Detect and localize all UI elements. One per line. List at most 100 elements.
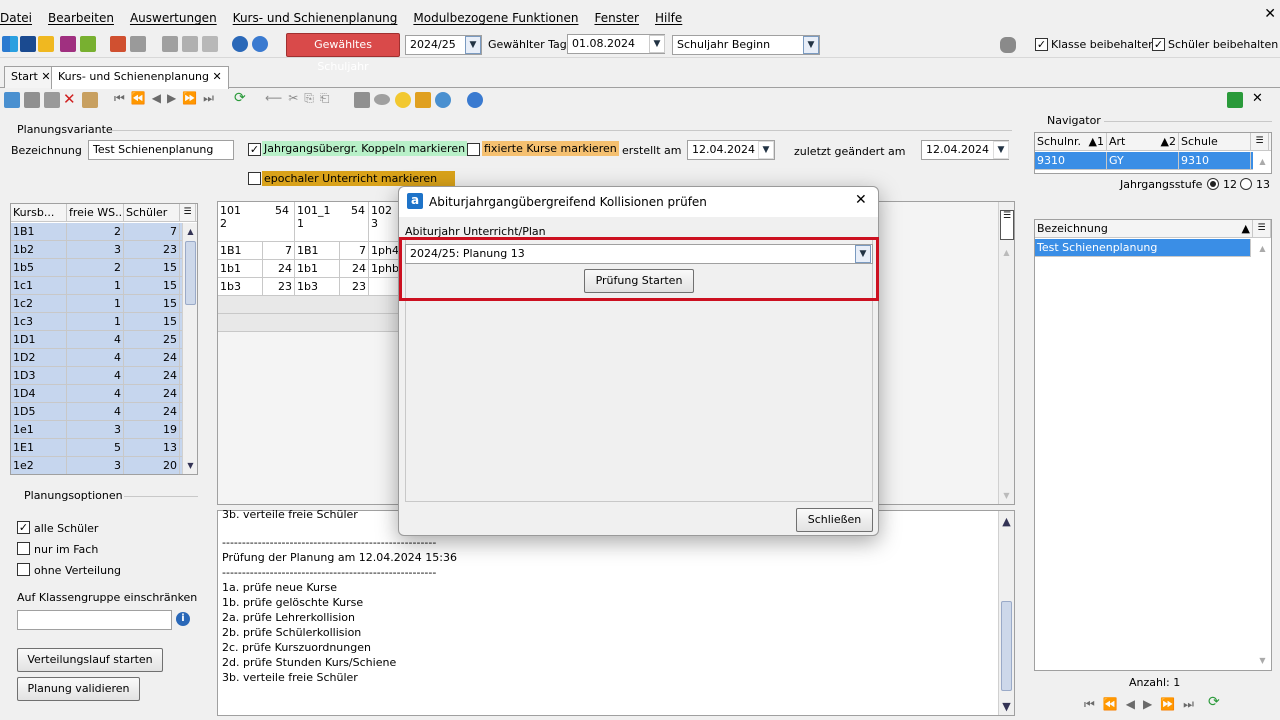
scroll-up-icon[interactable]: ▲ <box>1000 514 1013 528</box>
start-distribution-button[interactable]: Verteilungslauf starten <box>17 648 163 672</box>
info-icon[interactable] <box>232 36 248 52</box>
undo-icon[interactable] <box>44 92 60 108</box>
close-icon[interactable]: ✕ <box>855 192 867 208</box>
only-subject-checkbox[interactable] <box>17 542 30 555</box>
scroll-up-icon[interactable]: ▲ <box>184 225 197 238</box>
scroll-up-icon[interactable]: ▲ <box>1256 242 1269 255</box>
clock-icon[interactable] <box>435 92 451 108</box>
table-row[interactable]: 1c3 1 15 <box>11 313 182 331</box>
menu-auswertungen[interactable]: Auswertungen <box>130 11 217 25</box>
record-navigation[interactable]: ⏮⏪◀▶⏩⏭ <box>114 91 220 106</box>
menu-fenster[interactable]: Fenster <box>594 11 639 25</box>
refresh-icon[interactable] <box>1227 92 1243 108</box>
column-chooser-icon[interactable]: ☰ <box>1251 133 1269 150</box>
list-item[interactable]: Test Schienenplanung <box>1035 239 1251 257</box>
table-row[interactable]: 1D5 4 24 <box>11 403 182 421</box>
menu-datei[interactable]: Datei <box>0 11 32 25</box>
column-chooser-icon[interactable]: ☰ <box>1000 210 1014 240</box>
scroll-down-icon[interactable]: ▼ <box>1000 489 1013 502</box>
close-icon[interactable]: ✕ <box>1264 6 1276 22</box>
table-row[interactable]: 1b5 2 15 <box>11 259 182 277</box>
calendar-dropdown-icon[interactable]: ▼ <box>649 35 665 53</box>
edit-icon[interactable] <box>82 92 98 108</box>
table-row[interactable]: 1b1 24 1b1 24 1phb <box>218 260 409 278</box>
no-distribution-checkbox[interactable] <box>17 563 30 576</box>
scroll-down-icon[interactable]: ▼ <box>1256 654 1269 667</box>
plan-select[interactable]: 2024/25: Planung 13 <box>405 244 873 264</box>
info-icon[interactable]: i <box>176 612 190 626</box>
scroll-up-icon[interactable]: ▲ <box>1000 246 1013 259</box>
table-row[interactable]: 1D3 4 24 <box>11 367 182 385</box>
eye-icon[interactable] <box>374 94 390 105</box>
all-students-checkbox[interactable]: ✓ <box>17 521 30 534</box>
copy-icon[interactable] <box>162 36 178 52</box>
grade-12-radio[interactable] <box>1207 178 1219 190</box>
scroll-thumb[interactable] <box>185 241 196 305</box>
column-chooser-icon[interactable]: ☰ <box>1253 220 1271 237</box>
fixed-checkbox[interactable] <box>467 143 480 156</box>
table-row[interactable]: 1B1 7 1B1 7 1ph4 <box>218 242 409 260</box>
table-row[interactable]: 9310 GY 9310 <box>1035 152 1253 170</box>
couple-checkbox[interactable]: ✓ <box>248 143 261 156</box>
table-row[interactable]: 1D1 4 25 <box>11 331 182 349</box>
column-header[interactable]: Schule <box>1179 133 1251 150</box>
keep-student-checkbox[interactable]: ✓ <box>1152 38 1165 51</box>
scroll-thumb[interactable] <box>1001 601 1012 691</box>
table-row[interactable]: 1c1 1 15 <box>11 277 182 295</box>
notes-icon[interactable] <box>80 36 96 52</box>
help-icon[interactable] <box>252 36 268 52</box>
rail-scrollbar[interactable]: ☰ ▲ ▼ <box>998 202 1014 504</box>
id-card-icon[interactable] <box>20 36 36 52</box>
chevron-down-icon[interactable]: ▼ <box>758 141 774 159</box>
save-icon[interactable] <box>24 92 40 108</box>
scroll-up-icon[interactable]: ▲ <box>1256 155 1269 168</box>
record-navigation[interactable]: ⏮⏪◀▶⏩⏭ <box>1084 697 1202 712</box>
table-row[interactable]: 1b3 23 1b3 23 <box>218 278 409 296</box>
table-row[interactable]: 1D2 4 24 <box>11 349 182 367</box>
report-icon[interactable] <box>130 36 146 52</box>
column-header[interactable]: freie WS... <box>67 204 124 221</box>
plan-name-input[interactable]: Test Schienenplanung <box>88 140 234 160</box>
chevron-down-icon[interactable]: ▼ <box>993 141 1009 159</box>
close-button[interactable]: Schließen <box>796 508 873 532</box>
refresh-icon[interactable]: ⟳ <box>234 90 246 106</box>
epochal-checkbox[interactable] <box>248 172 261 185</box>
school-year-button[interactable]: Gewähltes Schuljahr <box>286 33 400 73</box>
broom-icon[interactable] <box>415 92 431 108</box>
grade-13-radio[interactable] <box>1240 178 1252 190</box>
column-header[interactable]: Kursb... <box>11 204 67 221</box>
period-select[interactable]: Schuljahr Beginn <box>672 35 820 55</box>
rail-header[interactable]: 101_1 54 1 <box>295 202 369 242</box>
group-icon[interactable] <box>38 36 54 52</box>
table-row[interactable]: 1e2 3 20 <box>11 457 182 474</box>
rail-header[interactable]: 101 54 2 <box>218 202 295 242</box>
column-chooser-icon[interactable]: ☰ <box>180 204 196 221</box>
menu-hilfe[interactable]: Hilfe <box>655 11 682 25</box>
calendar-icon[interactable] <box>110 36 126 52</box>
book-icon[interactable] <box>60 36 76 52</box>
course-table-scrollbar[interactable]: ▲ ▼ <box>182 223 197 474</box>
column-header[interactable]: Art ▲2 <box>1107 133 1179 150</box>
start-check-button[interactable]: Prüfung Starten <box>584 269 694 293</box>
menu-modul[interactable]: Modulbezogene Funktionen <box>413 11 578 25</box>
table-row[interactable]: 1E1 5 13 <box>11 439 182 457</box>
keep-class-checkbox[interactable]: ✓ <box>1035 38 1048 51</box>
window-icon[interactable] <box>182 36 198 52</box>
column-header[interactable]: Bezeichnung ▲ <box>1035 220 1253 237</box>
column-header[interactable]: Schüler <box>124 204 180 221</box>
table-row[interactable]: 1c2 1 15 <box>11 295 182 313</box>
table-row[interactable]: 1B1 2 7 <box>11 223 182 241</box>
close-icon[interactable]: ✕ <box>1252 91 1263 106</box>
scroll-down-icon[interactable]: ▼ <box>1000 699 1013 713</box>
chevron-down-icon[interactable]: ▼ <box>465 36 481 54</box>
people-icon[interactable] <box>2 36 18 52</box>
chevron-down-icon[interactable]: ▼ <box>855 245 871 263</box>
scroll-down-icon[interactable]: ▼ <box>184 459 197 472</box>
column-header[interactable]: Schulnr. ▲1 <box>1035 133 1107 150</box>
edit-tools[interactable]: ⟵✂⎘⎗ <box>265 91 335 106</box>
validate-button[interactable]: Planung validieren <box>17 677 140 701</box>
close-icon[interactable]: ✕ <box>41 70 50 83</box>
log-scrollbar[interactable]: ▲ ▼ <box>998 511 1014 715</box>
tab-start[interactable]: Start ✕ <box>4 66 58 88</box>
refresh-icon[interactable]: ⟳ <box>1208 694 1220 710</box>
